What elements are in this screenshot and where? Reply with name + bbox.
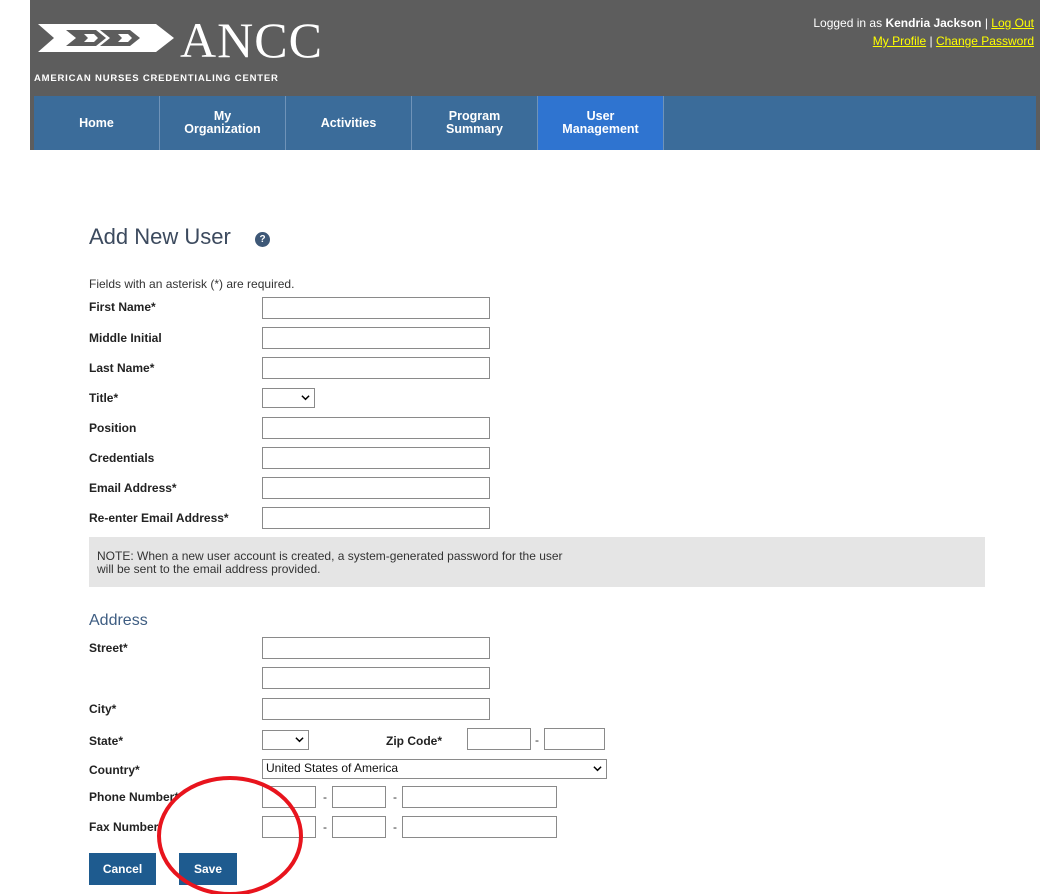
- zip-code-label: Zip Code*: [386, 734, 442, 748]
- title-select[interactable]: [262, 388, 315, 408]
- title-label: Title*: [89, 391, 119, 405]
- phone-line-input[interactable]: [402, 786, 557, 808]
- chevron-down-icon: [593, 766, 602, 772]
- fax-dash-2: -: [393, 820, 397, 834]
- last-name-label: Last Name*: [89, 361, 155, 375]
- phone-dash-1: -: [323, 790, 327, 804]
- nav-home[interactable]: Home: [34, 96, 160, 150]
- separator: |: [984, 16, 988, 30]
- site-header: ANCC AMERICAN NURSES CREDENTIALING CENTE…: [30, 0, 1040, 150]
- annotation-circle: [157, 776, 303, 894]
- middle-initial-label: Middle Initial: [89, 331, 162, 345]
- address-section-title: Address: [89, 612, 148, 629]
- state-label: State*: [89, 734, 124, 748]
- fax-prefix-input[interactable]: [332, 816, 386, 838]
- fax-line-input[interactable]: [402, 816, 557, 838]
- logo-arrows-icon: [38, 24, 174, 52]
- brand-name: ANCC: [180, 12, 323, 68]
- page-title: Add New User: [89, 224, 231, 249]
- cancel-button[interactable]: Cancel: [89, 853, 156, 885]
- first-name-input[interactable]: [262, 297, 490, 319]
- state-select[interactable]: [262, 730, 309, 750]
- city-label: City*: [89, 702, 117, 716]
- nav-my-organization[interactable]: My Organization: [160, 96, 286, 150]
- user-box: Logged in as Kendria Jackson | Log Out M…: [813, 14, 1034, 50]
- fax-number-label: Fax Number: [89, 820, 159, 834]
- main-nav: Home My Organization Activities Program …: [34, 96, 1036, 150]
- required-fields-note: Fields with an asterisk (*) are required…: [89, 277, 295, 291]
- email-input[interactable]: [262, 477, 490, 499]
- credentials-input[interactable]: [262, 447, 490, 469]
- user-line-2: My Profile | Change Password: [813, 32, 1034, 50]
- ancc-logo[interactable]: ANCC AMERICAN NURSES CREDENTIALING CENTE…: [30, 10, 370, 84]
- position-label: Position: [89, 421, 137, 435]
- phone-prefix-input[interactable]: [332, 786, 386, 808]
- street-label: Street*: [89, 641, 128, 655]
- nav-activities[interactable]: Activities: [286, 96, 412, 150]
- reenter-email-label: Re-enter Email Address*: [89, 511, 229, 525]
- zip-extension-input[interactable]: [544, 728, 605, 750]
- password-note-text: NOTE: When a new user account is created…: [97, 549, 563, 576]
- middle-initial-input[interactable]: [262, 327, 490, 349]
- credentials-label: Credentials: [89, 451, 155, 465]
- first-name-label: First Name*: [89, 300, 156, 314]
- separator: |: [929, 34, 933, 48]
- help-icon[interactable]: ?: [255, 232, 270, 247]
- country-label: Country*: [89, 763, 140, 777]
- my-profile-link[interactable]: My Profile: [873, 34, 926, 48]
- zip-code-input[interactable]: [467, 728, 531, 750]
- reenter-email-input[interactable]: [262, 507, 490, 529]
- logged-in-prefix: Logged in as: [813, 16, 883, 30]
- user-line-1: Logged in as Kendria Jackson | Log Out: [813, 14, 1034, 32]
- street-input-1[interactable]: [262, 637, 490, 659]
- password-note: NOTE: When a new user account is created…: [89, 537, 985, 587]
- last-name-input[interactable]: [262, 357, 490, 379]
- nav-program-summary[interactable]: Program Summary: [412, 96, 538, 150]
- change-password-link[interactable]: Change Password: [936, 34, 1034, 48]
- chevron-down-icon: [301, 395, 310, 401]
- street-input-2[interactable]: [262, 667, 490, 689]
- zip-dash: -: [535, 733, 539, 747]
- brand-subtitle: AMERICAN NURSES CREDENTIALING CENTER: [34, 73, 279, 84]
- city-input[interactable]: [262, 698, 490, 720]
- country-select[interactable]: United States of America: [262, 759, 607, 779]
- chevron-down-icon: [295, 737, 304, 743]
- email-label: Email Address*: [89, 481, 177, 495]
- fax-dash-1: -: [323, 820, 327, 834]
- user-name: Kendria Jackson: [885, 16, 982, 30]
- logout-link[interactable]: Log Out: [991, 16, 1034, 30]
- phone-dash-2: -: [393, 790, 397, 804]
- nav-user-management[interactable]: User Management: [538, 96, 664, 150]
- position-input[interactable]: [262, 417, 490, 439]
